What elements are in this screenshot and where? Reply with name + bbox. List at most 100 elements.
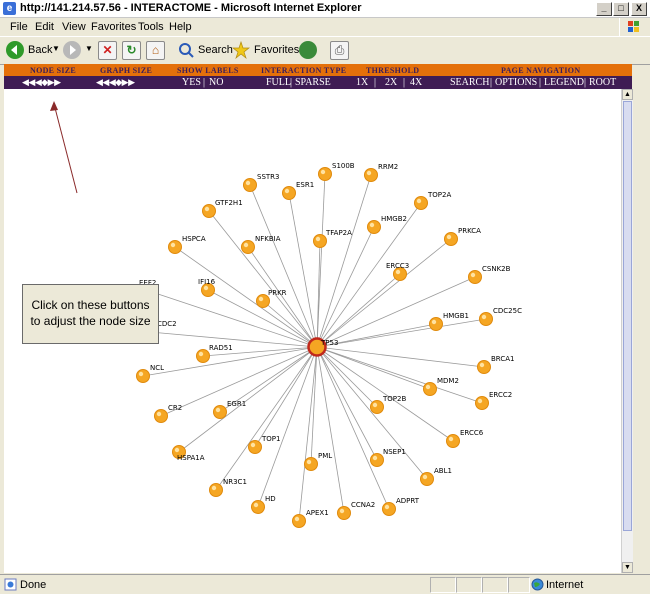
- graph-node[interactable]: [282, 186, 296, 200]
- node-label[interactable]: RRM2: [378, 163, 398, 171]
- graph-node[interactable]: [248, 440, 262, 454]
- show-labels-yes[interactable]: YES: [182, 77, 201, 88]
- node-label[interactable]: CDC2: [157, 320, 177, 328]
- print-icon[interactable]: ⎙: [330, 41, 349, 60]
- node-label[interactable]: RAD51: [209, 344, 233, 352]
- node-label[interactable]: HSPA1A: [177, 454, 205, 462]
- node-label[interactable]: GTF2H1: [215, 199, 243, 207]
- scroll-down-icon[interactable]: ▼: [622, 562, 633, 573]
- graph-node[interactable]: [382, 502, 396, 516]
- graph-node[interactable]: [213, 405, 227, 419]
- node-label[interactable]: MDM2: [437, 377, 459, 385]
- node-label[interactable]: TOP1: [261, 435, 280, 443]
- node-label[interactable]: NFKBIA: [255, 235, 281, 243]
- graph-node[interactable]: [243, 178, 257, 192]
- threshold-1x[interactable]: 1X: [356, 77, 368, 88]
- node-label[interactable]: ERCC6: [460, 429, 484, 437]
- node-label[interactable]: HMGB1: [443, 312, 469, 320]
- refresh-icon[interactable]: ↻: [122, 41, 141, 60]
- node-label[interactable]: ERCC3: [386, 262, 409, 270]
- graph-node[interactable]: [364, 168, 378, 182]
- node-label[interactable]: ESR1: [296, 181, 314, 189]
- graph-size-arrows[interactable]: ◀◀◀◆▶▶: [96, 77, 135, 88]
- vertical-scrollbar[interactable]: ▲ ▼: [621, 89, 633, 573]
- node-label[interactable]: HD: [265, 495, 276, 503]
- node-label[interactable]: ADPRT: [396, 497, 420, 505]
- show-labels-no[interactable]: NO: [209, 77, 223, 88]
- node-label[interactable]: PRKR: [268, 289, 287, 297]
- favorites-button[interactable]: Favorites: [254, 44, 299, 56]
- graph-node[interactable]: [370, 453, 384, 467]
- node-label[interactable]: CR2: [168, 404, 182, 412]
- graph-node[interactable]: [154, 409, 168, 423]
- node-label[interactable]: ABL1: [434, 467, 452, 475]
- node-label[interactable]: HSPCA: [182, 235, 206, 243]
- graph-node[interactable]: [292, 514, 306, 528]
- node-label[interactable]: PRKCA: [458, 227, 481, 235]
- graph-node[interactable]: [251, 500, 265, 514]
- node-label[interactable]: S100B: [332, 162, 355, 170]
- threshold-4x[interactable]: 4X: [410, 77, 422, 88]
- favorites-star-icon[interactable]: [232, 40, 250, 60]
- stop-icon[interactable]: ✕: [98, 41, 117, 60]
- node-label[interactable]: NCL: [150, 364, 164, 372]
- node-label[interactable]: APEX1: [306, 509, 329, 517]
- graph-node[interactable]: [477, 360, 491, 374]
- node-label[interactable]: NSEP1: [383, 448, 406, 456]
- graph-node[interactable]: [479, 312, 493, 326]
- graph-node[interactable]: [370, 400, 384, 414]
- node-label[interactable]: NR3C1: [223, 478, 247, 486]
- nav-legend-link[interactable]: LEGEND: [544, 77, 584, 88]
- interaction-sparse[interactable]: SPARSE: [295, 77, 331, 88]
- center-node-label[interactable]: TP53: [320, 339, 338, 347]
- node-label[interactable]: PML: [318, 452, 332, 460]
- graph-node[interactable]: [168, 240, 182, 254]
- node-label[interactable]: TFAP2A: [325, 229, 352, 237]
- node-label[interactable]: IFI16: [198, 278, 216, 286]
- nav-root-link[interactable]: ROOT: [589, 77, 616, 88]
- close-button[interactable]: X: [631, 2, 647, 16]
- search-button[interactable]: Search: [198, 44, 233, 56]
- node-label[interactable]: ERCC2: [489, 391, 512, 399]
- back-arrow-icon[interactable]: [6, 41, 24, 59]
- node-label[interactable]: HMGB2: [381, 215, 407, 223]
- graph-node[interactable]: [196, 349, 210, 363]
- graph-node[interactable]: [444, 232, 458, 246]
- menu-tools[interactable]: Tools: [138, 21, 164, 33]
- graph-node[interactable]: [423, 382, 437, 396]
- back-dropdown-icon[interactable]: ▼: [52, 44, 60, 53]
- node-label[interactable]: BRCA1: [491, 355, 514, 363]
- graph-node[interactable]: [241, 240, 255, 254]
- graph-node[interactable]: [446, 434, 460, 448]
- menu-help[interactable]: Help: [169, 21, 192, 33]
- menu-favorites[interactable]: Favorites: [91, 21, 136, 33]
- node-label[interactable]: CDC25C: [493, 307, 522, 315]
- interaction-full[interactable]: FULL: [266, 77, 291, 88]
- graph-node[interactable]: [313, 234, 327, 248]
- media-icon[interactable]: [299, 41, 317, 59]
- forward-dropdown-icon[interactable]: ▼: [85, 44, 93, 53]
- graph-node[interactable]: [337, 506, 351, 520]
- graph-node[interactable]: [475, 396, 489, 410]
- search-icon[interactable]: [177, 41, 195, 59]
- menu-file[interactable]: File: [10, 21, 28, 33]
- nav-search-link[interactable]: SEARCH: [450, 77, 489, 88]
- graph-node[interactable]: [468, 270, 482, 284]
- graph-node[interactable]: [429, 317, 443, 331]
- node-label[interactable]: CSNK2B: [482, 265, 511, 273]
- node-label[interactable]: CCNA2: [351, 501, 375, 509]
- node-label[interactable]: TOP2B: [382, 395, 406, 403]
- minimize-button[interactable]: _: [596, 2, 612, 16]
- graph-node[interactable]: [367, 220, 381, 234]
- maximize-button[interactable]: □: [613, 2, 629, 16]
- home-icon[interactable]: ⌂: [146, 41, 165, 60]
- scroll-thumb[interactable]: [623, 101, 632, 531]
- graph-node[interactable]: [136, 369, 150, 383]
- graph-node[interactable]: [414, 196, 428, 210]
- menu-view[interactable]: View: [62, 21, 86, 33]
- menu-edit[interactable]: Edit: [35, 21, 54, 33]
- title-bar[interactable]: e http://141.214.57.56 - INTERACTOME - M…: [0, 0, 650, 18]
- node-label[interactable]: EGR1: [227, 400, 246, 408]
- graph-node[interactable]: [304, 457, 318, 471]
- node-label[interactable]: SSTR3: [257, 173, 279, 181]
